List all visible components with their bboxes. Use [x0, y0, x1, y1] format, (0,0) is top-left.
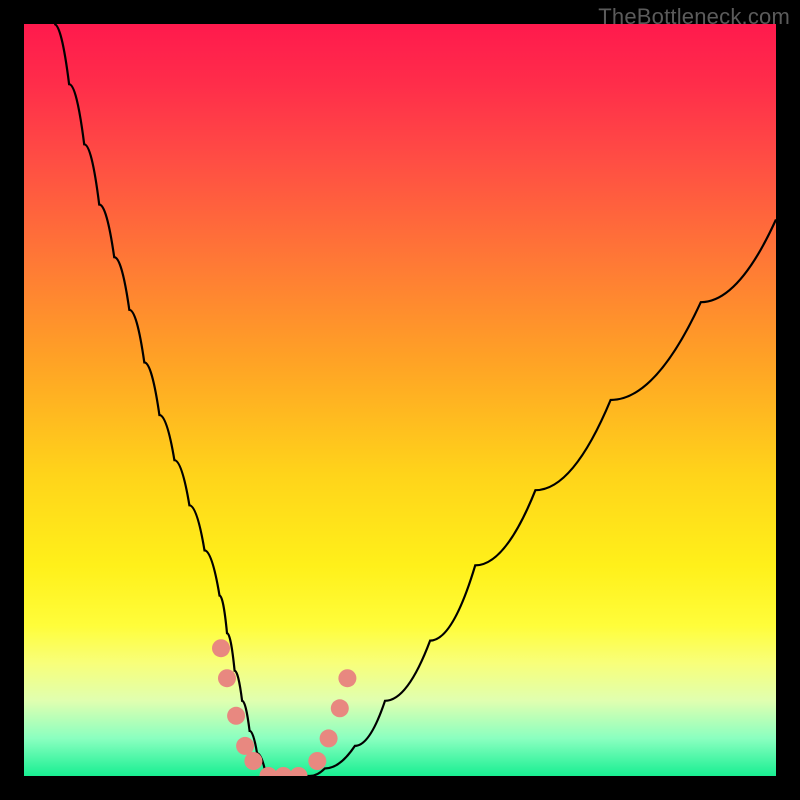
watermark-text: TheBottleneck.com	[598, 4, 790, 30]
marker-right-cluster-1	[308, 752, 326, 770]
marker-left-cluster-2	[218, 669, 236, 687]
marker-left-cluster-4	[236, 737, 254, 755]
marker-right-cluster-4	[338, 669, 356, 687]
marker-valley-3	[290, 767, 308, 776]
marker-left-cluster-3	[227, 707, 245, 725]
chart-svg	[24, 24, 776, 776]
marker-right-cluster-3	[331, 699, 349, 717]
plot-area	[24, 24, 776, 776]
chart-frame: TheBottleneck.com	[0, 0, 800, 800]
marker-left-cluster-1	[212, 639, 230, 657]
bottleneck-curve	[54, 24, 776, 776]
marker-right-cluster-2	[320, 729, 338, 747]
marker-left-cluster-5	[244, 752, 262, 770]
